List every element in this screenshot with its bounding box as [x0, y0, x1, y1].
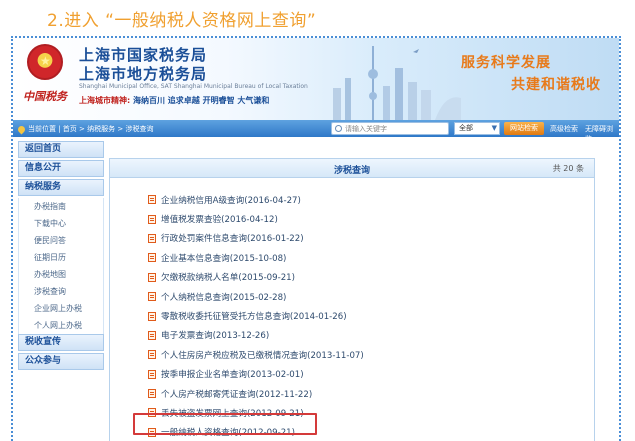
document-icon: [148, 195, 156, 205]
sidebar-item-public[interactable]: 公众参与: [18, 353, 104, 370]
location-pin-icon: [16, 124, 27, 134]
list-item-label[interactable]: 欠缴税款纳税人名单(2015-09-21): [161, 271, 295, 283]
list-item-label[interactable]: 个人住房房产税应税及已缴税情况查询(2013-11-07): [161, 349, 364, 361]
item-count: 共 20 条: [552, 164, 584, 173]
skyline-illustration: [333, 46, 461, 120]
list-item[interactable]: 企业纳税信用A级查询(2016-04-27): [148, 190, 364, 209]
china-tax-logo: 中国税务: [23, 90, 67, 103]
search-input[interactable]: [345, 123, 445, 134]
document-icon: [148, 389, 156, 399]
search-button[interactable]: 网站检索: [504, 122, 544, 135]
search-scope-value: 全部: [459, 124, 473, 132]
document-icon: [148, 311, 156, 321]
list-item[interactable]: 个人纳税信息查询(2015-02-28): [148, 287, 364, 306]
list-item[interactable]: 欠缴税款纳税人名单(2015-09-21): [148, 268, 364, 287]
list-item[interactable]: 行政处罚案件信息查询(2016-01-22): [148, 229, 364, 248]
document-icon: [148, 272, 156, 282]
search-box[interactable]: [331, 122, 449, 135]
panel-title: 涉税查询: [333, 166, 370, 176]
list-item[interactable]: 个人住房房产税应税及已缴税情况查询(2013-11-07): [148, 345, 364, 364]
list-item[interactable]: 零散税收委托征管受托方信息查询(2014-01-26): [148, 306, 364, 325]
slogan-line-2: 共建和谐税收: [511, 77, 601, 93]
search-icon: [335, 125, 342, 132]
document-icon: [148, 253, 156, 263]
advanced-search-link[interactable]: 高级检索: [550, 124, 578, 134]
sidebar-subitem-map[interactable]: 办税地图: [18, 266, 104, 283]
document-icon: [148, 292, 156, 302]
list-item[interactable]: 增值税发票查验(2016-04-12): [148, 209, 364, 228]
list-item[interactable]: 按季申报企业名单查询(2013-02-01): [148, 365, 364, 384]
nav-bar: 当前位置 | 首页 > 纳税服务 > 涉税查询 全部 ▼ 网站检索 高级检索 无…: [13, 120, 619, 143]
list-item-label[interactable]: 按季申报企业名单查询(2013-02-01): [161, 368, 304, 380]
website-screenshot: ★ 中国税务 上海市国家税务局 上海市地方税务局 Shanghai Munici…: [11, 36, 621, 441]
sidebar-subitem-download[interactable]: 下载中心: [18, 215, 104, 232]
site-title-english: Shanghai Municipal Office, SAT Shanghai …: [79, 83, 308, 90]
query-list: 企业纳税信用A级查询(2016-04-27) 增值税发票查验(2016-04-1…: [148, 190, 364, 441]
list-item-label[interactable]: 个人纳税信息查询(2015-02-28): [161, 291, 286, 303]
sidebar-subitem-calendar[interactable]: 征期日历: [18, 249, 104, 266]
slogan-line-1: 服务科学发展: [461, 55, 551, 71]
breadcrumb: 当前位置 | 首页 > 纳税服务 > 涉税查询: [16, 124, 153, 134]
document-icon: [148, 233, 156, 243]
sidebar-subitem-faq[interactable]: 便民问答: [18, 232, 104, 249]
breadcrumb-text[interactable]: 当前位置 | 首页 > 纳税服务 > 涉税查询: [28, 124, 153, 134]
document-icon: [148, 214, 156, 224]
sidebar-subitem-enterprise-online[interactable]: 企业网上办税: [18, 300, 104, 317]
city-spirit-text: 海纳百川 追求卓越 开明睿智 大气谦和: [133, 96, 270, 105]
sidebar-item-info[interactable]: 信息公开: [18, 160, 104, 177]
query-panel: 涉税查询 共 20 条 企业纳税信用A级查询(2016-04-27) 增值税发票…: [109, 158, 595, 441]
panel-header: 涉税查询 共 20 条: [110, 159, 594, 178]
list-item-label[interactable]: 行政处罚案件信息查询(2016-01-22): [161, 232, 304, 244]
document-icon: [148, 350, 156, 360]
list-item[interactable]: 企业基本信息查询(2015-10-08): [148, 248, 364, 267]
site-banner: ★ 中国税务 上海市国家税务局 上海市地方税务局 Shanghai Munici…: [13, 38, 619, 120]
list-item[interactable]: 个人房产税邮寄凭证查询(2012-11-22): [148, 384, 364, 403]
list-item-label[interactable]: 个人房产税邮寄凭证查询(2012-11-22): [161, 388, 312, 400]
list-item-label[interactable]: 电子发票查询(2013-12-26): [161, 329, 269, 341]
sidebar-subitem-personal-online[interactable]: 个人网上办税: [18, 317, 104, 334]
highlight-box: [133, 413, 317, 435]
list-item[interactable]: 电子发票查询(2013-12-26): [148, 326, 364, 345]
city-spirit-label: 上海城市精神:: [79, 96, 131, 105]
list-item-label[interactable]: 零散税收委托征管受托方信息查询(2014-01-26): [161, 310, 347, 322]
accessibility-link[interactable]: 无障碍浏览: [585, 124, 619, 144]
city-spirit: 上海城市精神: 海纳百川 追求卓越 开明睿智 大气谦和: [79, 95, 269, 106]
sidebar-subitem-tax-query[interactable]: 涉税查询: [18, 283, 104, 300]
sidebar-item-service[interactable]: 纳税服务: [18, 179, 104, 196]
sidebar-item-home[interactable]: 返回首页: [18, 141, 104, 158]
search-scope-select[interactable]: 全部 ▼: [454, 122, 500, 135]
tax-emblem-icon: ★: [27, 44, 63, 80]
document-icon: [148, 330, 156, 340]
document-icon: [148, 369, 156, 379]
list-item-label[interactable]: 企业基本信息查询(2015-10-08): [161, 252, 286, 264]
step-caption: 2.进入 “一般纳税人资格网上查询”: [47, 11, 317, 31]
chevron-down-icon: ▼: [491, 124, 497, 132]
list-item-label[interactable]: 增值税发票查验(2016-04-12): [161, 213, 278, 225]
list-item-label[interactable]: 企业纳税信用A级查询(2016-04-27): [161, 194, 301, 206]
sidebar: 返回首页 信息公开 纳税服务 办税指南 下载中心 便民问答 征期日历 办税地图 …: [18, 141, 104, 441]
sidebar-subitem-guide[interactable]: 办税指南: [18, 198, 104, 215]
site-title-state: 上海市国家税务局: [79, 46, 208, 64]
site-title-local: 上海市地方税务局: [79, 65, 208, 83]
sidebar-item-promo[interactable]: 税收宣传: [18, 334, 104, 351]
